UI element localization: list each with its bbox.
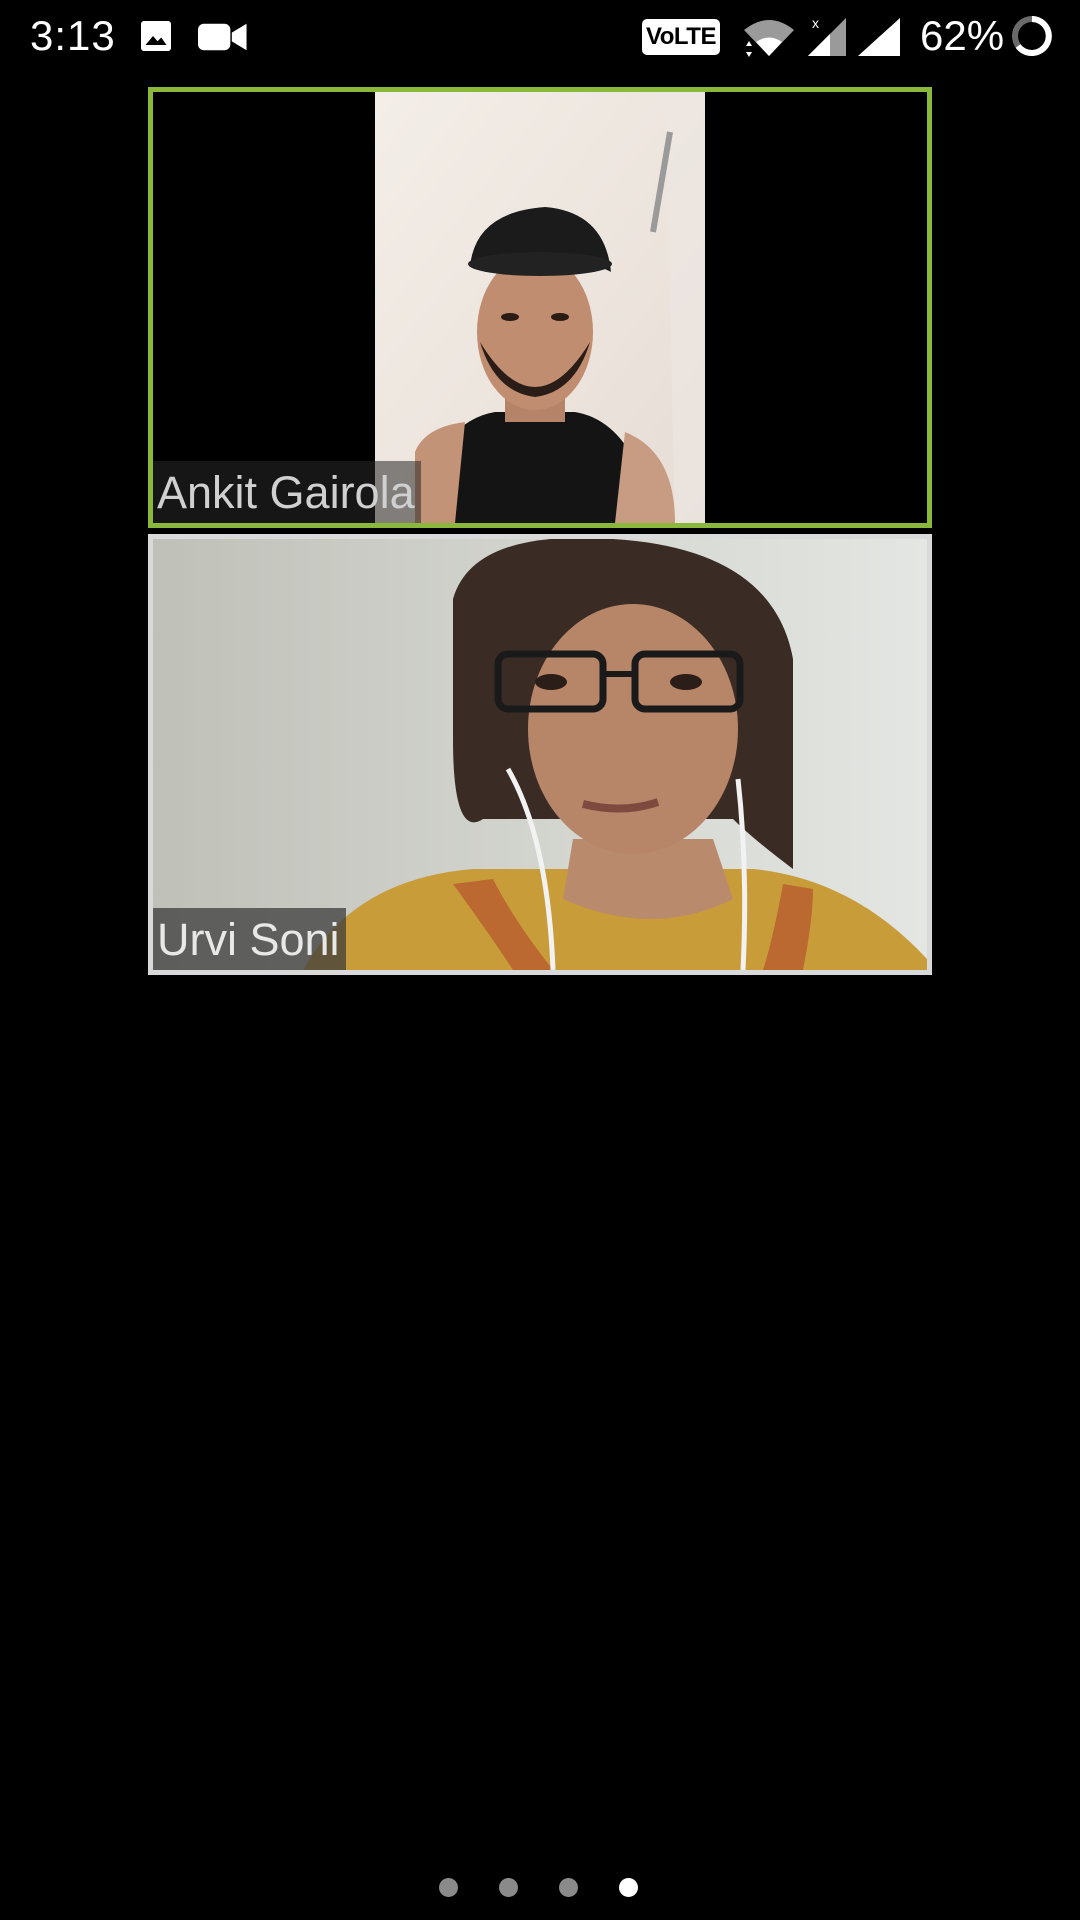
page-dot[interactable] — [499, 1878, 518, 1897]
page-indicator — [0, 1878, 1080, 1898]
participant-video-feed — [375, 92, 705, 523]
wifi-icon — [744, 20, 794, 57]
participant-name-label: Urvi Soni — [153, 908, 346, 970]
page-dot[interactable] — [439, 1878, 458, 1897]
status-time: 3:13 — [30, 12, 116, 59]
video-camera-icon — [198, 23, 247, 51]
video-tile-active-speaker[interactable]: Ankit Gairola — [148, 87, 932, 528]
battery-percent: 62% — [920, 12, 1005, 59]
participant-video-feed — [153, 539, 927, 970]
volte-badge: VoLTE — [642, 19, 720, 55]
signal-icon: x — [808, 15, 846, 56]
battery-ring-icon — [1012, 16, 1052, 56]
signal-icon — [858, 18, 900, 56]
status-bar: 3:13 VoLTE x 62% — [0, 0, 1080, 76]
page-dot[interactable] — [559, 1878, 578, 1897]
page-dot-active[interactable] — [619, 1878, 638, 1897]
svg-text:x: x — [812, 15, 819, 31]
video-tile-participant[interactable]: Urvi Soni — [148, 534, 932, 975]
video-meeting-gallery-screen: 3:13 VoLTE x 62% Ankit Gairola Urvi Soni — [0, 0, 1080, 1920]
gallery-icon — [141, 21, 171, 51]
participant-name-label: Ankit Gairola — [153, 461, 421, 523]
